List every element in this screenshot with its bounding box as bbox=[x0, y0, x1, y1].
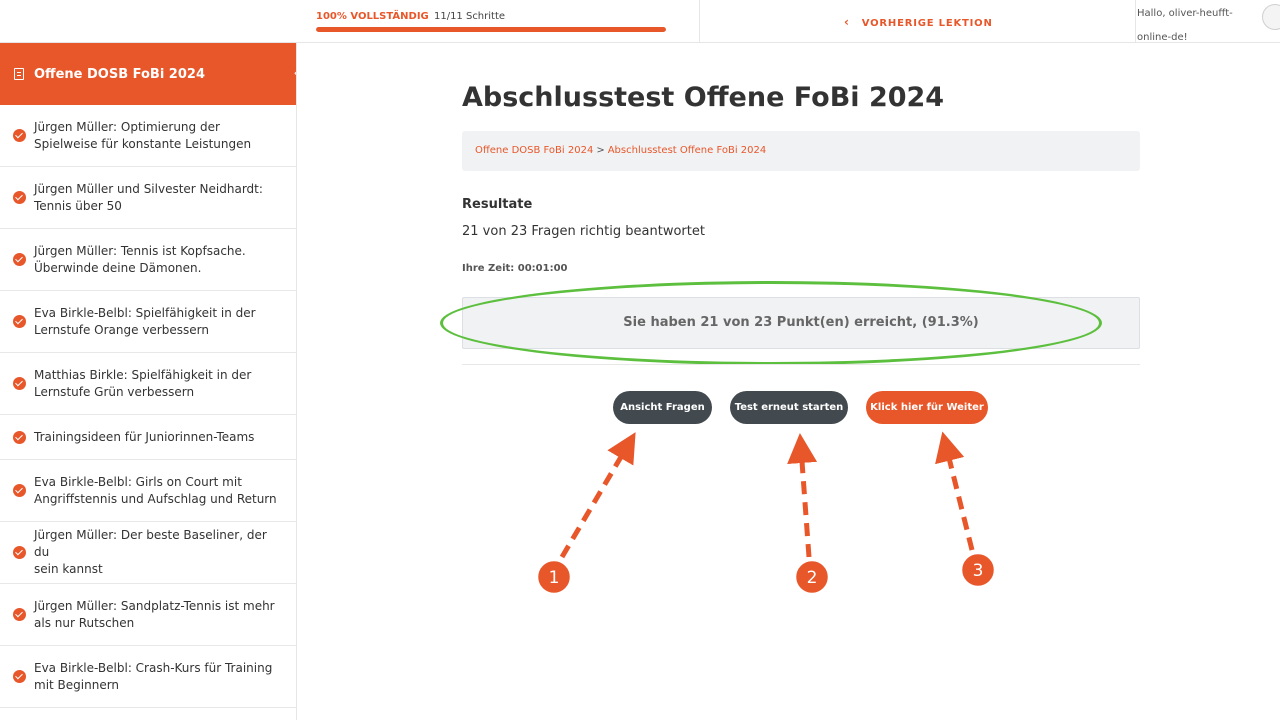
chevron-left-icon: ‹ bbox=[844, 15, 850, 29]
page-title: Abschlusstest Offene FoBi 2024 bbox=[462, 82, 945, 113]
sidebar-course-title: Offene DOSB FoBi 2024 bbox=[34, 66, 205, 82]
avatar[interactable] bbox=[1262, 4, 1280, 30]
elapsed-time: Ihre Zeit: 00:01:00 bbox=[462, 263, 568, 274]
sidebar-lesson-label: Eva Birkle-Belbl: Girls on Court mit Angr… bbox=[34, 474, 277, 506]
collapse-sidebar-button[interactable]: ‹ bbox=[290, 61, 296, 85]
sidebar-lesson-label: Jürgen Müller: Tennis ist Kopfsache. Über… bbox=[34, 243, 246, 275]
sidebar-lesson-label: Jürgen Müller: Sandplatz-Tennis ist mehr… bbox=[34, 598, 275, 630]
results-heading: Resultate bbox=[462, 197, 533, 212]
sidebar-lesson-item[interactable]: Eva Birkle-Belbl: Girls on Court mit Angr… bbox=[0, 460, 296, 522]
check-circle-icon bbox=[13, 253, 26, 266]
sidebar-lesson-item[interactable]: Jürgen Müller: Tennis ist Kopfsache. Über… bbox=[0, 229, 296, 291]
divider bbox=[699, 0, 700, 43]
restart-test-button[interactable]: Test erneut starten bbox=[730, 391, 848, 424]
progress-bar bbox=[316, 27, 666, 32]
score-highlight-ring bbox=[440, 281, 1102, 365]
check-circle-icon bbox=[13, 670, 26, 683]
results-summary: 21 von 23 Fragen richtig beantwortet bbox=[462, 224, 705, 239]
lesson-list: Jürgen Müller: Optimierung der Spielweise… bbox=[0, 105, 296, 708]
sidebar-lesson-item[interactable]: Eva Birkle-Belbl: Crash-Kurs für Trainin… bbox=[0, 646, 296, 708]
sidebar-lesson-label: Eva Birkle-Belbl: Spielfähigkeit in der L… bbox=[34, 305, 256, 337]
sidebar-lesson-label: Eva Birkle-Belbl: Crash-Kurs für Trainin… bbox=[34, 660, 273, 692]
divider bbox=[462, 364, 1140, 365]
book-icon bbox=[14, 68, 24, 80]
check-circle-icon bbox=[13, 484, 26, 497]
divider bbox=[1135, 0, 1136, 43]
sidebar-lesson-item[interactable]: Jürgen Müller: Optimierung der Spielweise… bbox=[0, 105, 296, 167]
progress-steps-label: 11/11 Schritte bbox=[433, 11, 506, 22]
check-circle-icon bbox=[13, 191, 26, 204]
sidebar-lesson-label: Matthias Birkle: Spielfähigkeit in der Le… bbox=[34, 367, 252, 399]
check-circle-icon bbox=[13, 315, 26, 328]
progress-bar-fill bbox=[316, 27, 666, 32]
course-sidebar: Offene DOSB FoBi 2024 ‹ Jürgen Müller: O… bbox=[0, 43, 297, 720]
sidebar-lesson-item[interactable]: Jürgen Müller: Sandplatz-Tennis ist mehr… bbox=[0, 584, 296, 646]
check-circle-icon bbox=[13, 546, 26, 559]
user-greeting: Hallo, oliver-heufft- online-de! bbox=[1137, 8, 1233, 43]
annotation-marker-1: 1 bbox=[549, 568, 560, 588]
check-circle-icon bbox=[13, 608, 26, 621]
check-circle-icon bbox=[13, 377, 26, 390]
check-circle-icon bbox=[13, 129, 26, 142]
top-bar: 100% VOLLSTÄNDIG 11/11 Schritte ‹ VORHERI… bbox=[0, 0, 1280, 43]
progress-percent-label: 100% VOLLSTÄNDIG bbox=[316, 11, 429, 22]
breadcrumb-current[interactable]: Abschlusstest Offene FoBi 2024 bbox=[608, 145, 767, 156]
sidebar-lesson-item[interactable]: Eva Birkle-Belbl: Spielfähigkeit in der L… bbox=[0, 291, 296, 353]
previous-lesson-link[interactable]: ‹ VORHERIGE LEKTION bbox=[844, 15, 993, 29]
annotation-marker-3: 3 bbox=[973, 561, 984, 581]
sidebar-course-header[interactable]: Offene DOSB FoBi 2024 ‹ bbox=[0, 43, 296, 105]
sidebar-lesson-label: Jürgen Müller: Optimierung der Spielweise… bbox=[34, 119, 252, 151]
sidebar-lesson-item[interactable]: Trainingsideen für Juniorinnen-Teams bbox=[0, 415, 296, 460]
course-progress: 100% VOLLSTÄNDIG 11/11 Schritte bbox=[316, 10, 668, 32]
annotation-arrow-1: 1 bbox=[535, 432, 636, 596]
sidebar-lesson-item[interactable]: Matthias Birkle: Spielfähigkeit in der Le… bbox=[0, 353, 296, 415]
annotation-arrow-3: 3 bbox=[935, 431, 997, 589]
sidebar-lesson-item[interactable]: Jürgen Müller: Der beste Baseliner, der … bbox=[0, 522, 296, 584]
view-questions-button[interactable]: Ansicht Fragen bbox=[613, 391, 712, 424]
previous-lesson-label: VORHERIGE LEKTION bbox=[861, 18, 993, 29]
sidebar-lesson-item[interactable]: Jürgen Müller und Silvester Neidhardt: Te… bbox=[0, 167, 296, 229]
breadcrumb: Offene DOSB FoBi 2024 > Abschlusstest Offe… bbox=[462, 131, 1140, 171]
annotation-arrow-2: 2 bbox=[787, 433, 831, 596]
sidebar-lesson-label: Jürgen Müller: Der beste Baseliner, der … bbox=[34, 528, 267, 576]
breadcrumb-link-course[interactable]: Offene DOSB FoBi 2024 bbox=[475, 145, 593, 156]
sidebar-lesson-label: Jürgen Müller und Silvester Neidhardt: Te… bbox=[34, 181, 263, 213]
continue-button[interactable]: Klick hier für Weiter bbox=[866, 391, 988, 424]
breadcrumb-separator: > bbox=[596, 145, 605, 156]
sidebar-lesson-label: Trainingsideen für Juniorinnen-Teams bbox=[34, 429, 255, 444]
annotation-marker-2: 2 bbox=[807, 568, 818, 588]
check-circle-icon bbox=[13, 430, 26, 444]
